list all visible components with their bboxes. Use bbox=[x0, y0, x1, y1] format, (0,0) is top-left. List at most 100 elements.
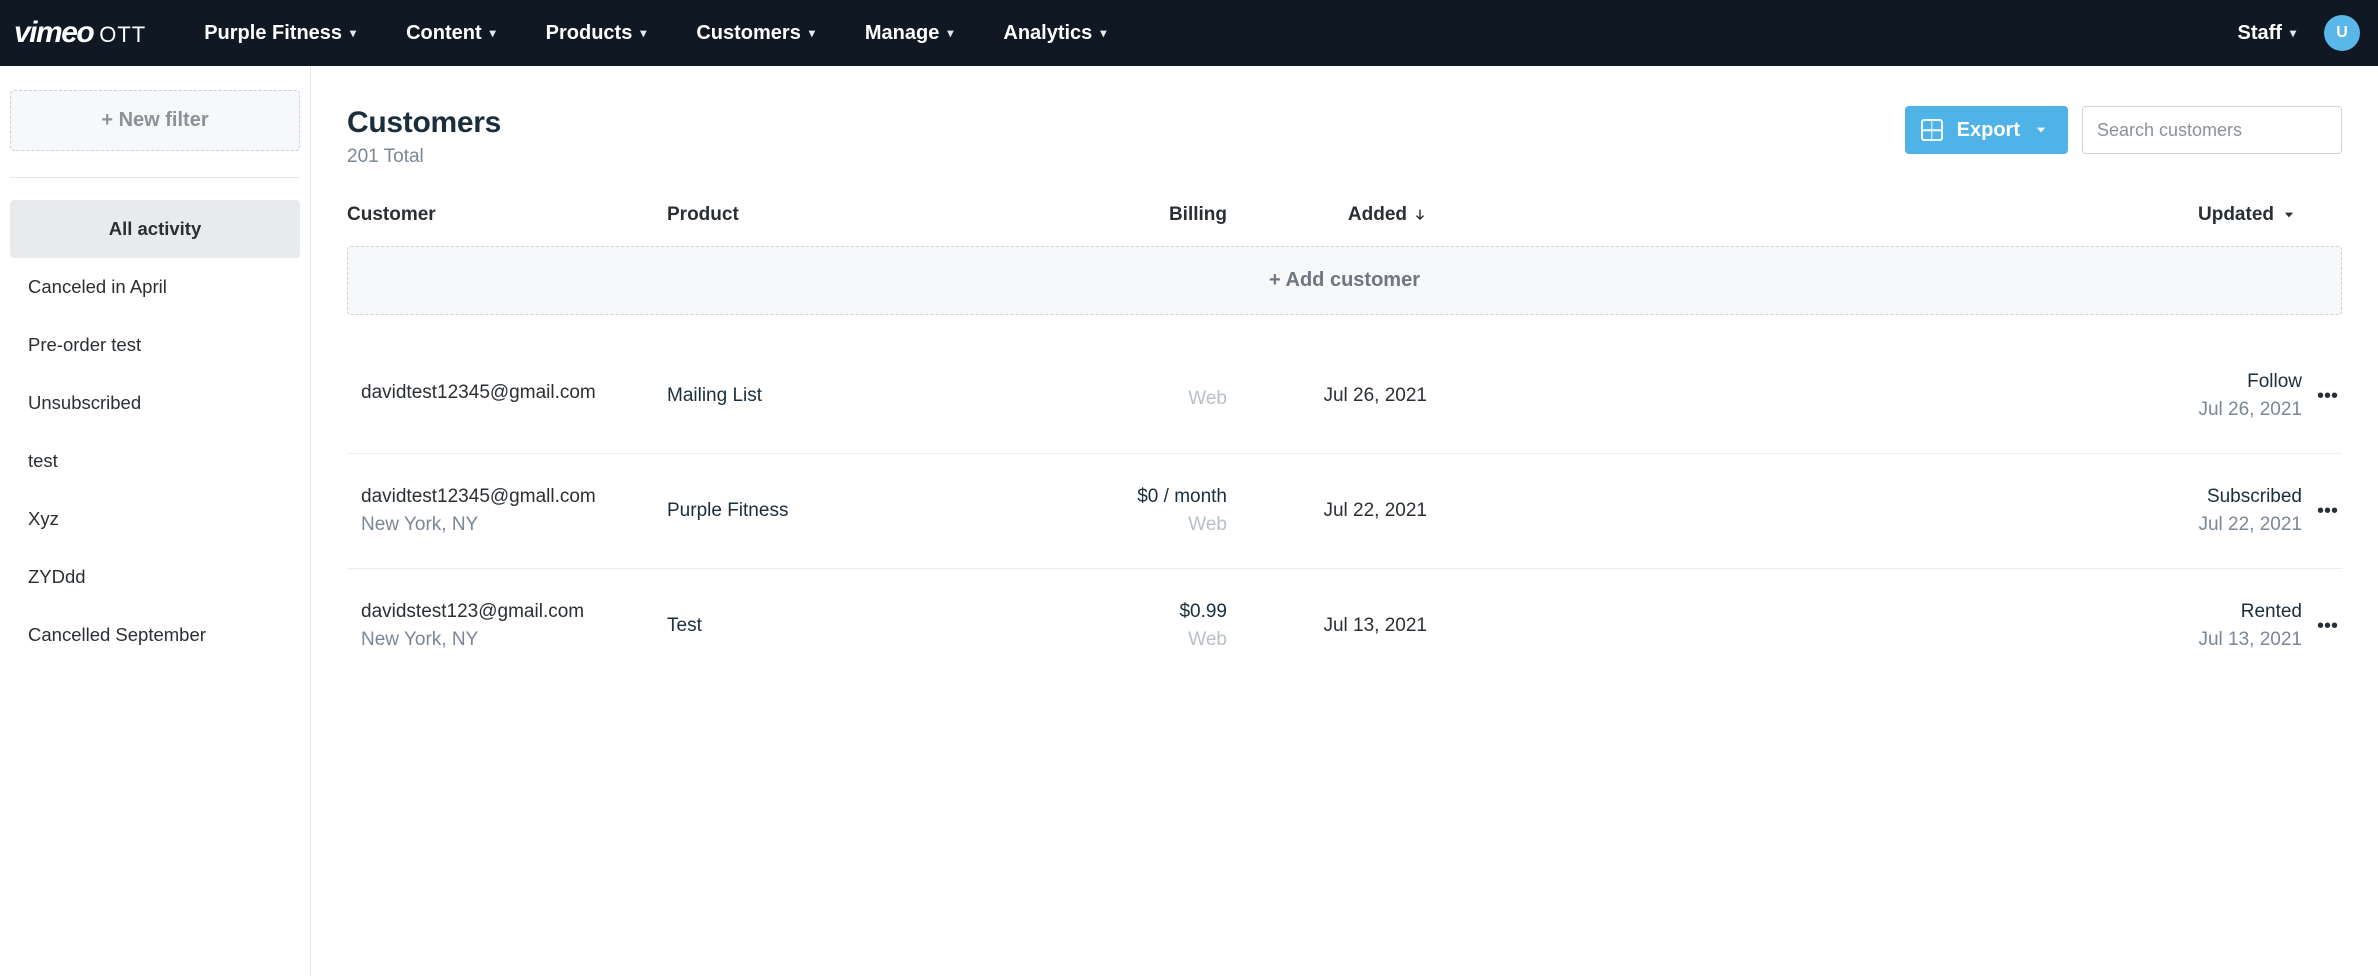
cell-added: Jul 26, 2021 bbox=[1227, 385, 1427, 407]
chevron-down-icon: ▾ bbox=[350, 26, 356, 40]
chevron-down-icon: ▾ bbox=[640, 26, 646, 40]
add-customer-label: + Add customer bbox=[1269, 269, 1420, 291]
main-header: Customers 201 Total Export bbox=[347, 106, 2342, 168]
nav-content[interactable]: Content ▾ bbox=[386, 0, 516, 66]
logo[interactable]: vimeo OTT bbox=[10, 16, 146, 50]
filter-label: Cancelled September bbox=[28, 624, 206, 645]
customer-rows: davidtest12345@gmail.com Mailing List We… bbox=[347, 349, 2342, 673]
chevron-down-icon: ▾ bbox=[490, 26, 496, 40]
cell-updated: Rented Jul 13, 2021 bbox=[1427, 601, 2302, 651]
billing-source: Web bbox=[1007, 514, 1227, 536]
filter-all-activity[interactable]: All activity bbox=[10, 200, 300, 258]
nav-manage-label: Manage bbox=[865, 22, 939, 45]
site-name: Purple Fitness bbox=[204, 22, 342, 45]
customer-email: davidtest12345@gmall.com bbox=[347, 486, 667, 508]
cell-billing: Web bbox=[1007, 382, 1227, 410]
filter-label: Canceled in April bbox=[28, 276, 167, 297]
divider bbox=[10, 177, 300, 178]
avatar[interactable]: U bbox=[2324, 15, 2360, 51]
chevron-down-icon: ▾ bbox=[1100, 26, 1106, 40]
filter-item[interactable]: test bbox=[10, 432, 300, 490]
chevron-down-icon bbox=[2034, 123, 2048, 137]
chevron-down-icon bbox=[2282, 208, 2296, 222]
cell-billing: $0.99 Web bbox=[1007, 601, 1227, 651]
table-row[interactable]: davidstest123@gmail.com New York, NY Tes… bbox=[347, 568, 2342, 673]
site-selector[interactable]: Purple Fitness ▾ bbox=[184, 0, 376, 66]
nav-products-label: Products bbox=[546, 22, 633, 45]
add-customer-button[interactable]: + Add customer bbox=[347, 246, 2342, 315]
cell-product: Purple Fitness bbox=[667, 500, 1007, 522]
filter-label: Pre-order test bbox=[28, 334, 141, 355]
new-filter-label: + New filter bbox=[101, 109, 208, 131]
updated-status: Follow bbox=[1427, 371, 2302, 393]
filter-list: All activity Canceled in April Pre-order… bbox=[10, 200, 300, 664]
row-actions-button[interactable]: ••• bbox=[2302, 615, 2342, 638]
table-row[interactable]: davidtest12345@gmail.com Mailing List We… bbox=[347, 349, 2342, 443]
updated-status: Subscribed bbox=[1427, 486, 2302, 508]
row-actions-button[interactable]: ••• bbox=[2302, 500, 2342, 523]
search-wrap[interactable] bbox=[2082, 106, 2342, 154]
col-updated[interactable]: Updated bbox=[1427, 204, 2302, 226]
nav-products[interactable]: Products ▾ bbox=[526, 0, 667, 66]
cell-product: Test bbox=[667, 615, 1007, 637]
page-title: Customers bbox=[347, 106, 501, 140]
export-button[interactable]: Export bbox=[1905, 106, 2068, 154]
cell-product: Mailing List bbox=[667, 385, 1007, 407]
chevron-down-icon: ▾ bbox=[2290, 26, 2296, 40]
customer-location: New York, NY bbox=[347, 629, 667, 651]
filter-item[interactable]: Cancelled September bbox=[10, 606, 300, 664]
updated-date: Jul 13, 2021 bbox=[1427, 629, 2302, 651]
page-titles: Customers 201 Total bbox=[347, 106, 501, 168]
filter-label: Unsubscribed bbox=[28, 392, 141, 413]
col-added[interactable]: Added bbox=[1227, 204, 1427, 226]
cell-added: Jul 13, 2021 bbox=[1227, 615, 1427, 637]
staff-menu[interactable]: Staff ▾ bbox=[2218, 0, 2304, 66]
filter-item[interactable]: Pre-order test bbox=[10, 316, 300, 374]
col-billing[interactable]: Billing bbox=[1007, 204, 1227, 226]
nav-customers-label: Customers bbox=[696, 22, 800, 45]
billing-price: $0.99 bbox=[1007, 601, 1227, 623]
main-content: Customers 201 Total Export Customer bbox=[311, 66, 2378, 976]
column-headers: Customer Product Billing Added Updated bbox=[347, 168, 2342, 240]
col-product[interactable]: Product bbox=[667, 204, 1007, 226]
filter-item[interactable]: Canceled in April bbox=[10, 258, 300, 316]
col-updated-label: Updated bbox=[2198, 204, 2274, 226]
customer-location: New York, NY bbox=[347, 514, 667, 536]
header-actions: Export bbox=[1905, 106, 2342, 154]
grid-icon bbox=[1921, 119, 1943, 141]
updated-status: Rented bbox=[1427, 601, 2302, 623]
nav-analytics[interactable]: Analytics ▾ bbox=[983, 0, 1126, 66]
chevron-down-icon: ▾ bbox=[809, 26, 815, 40]
col-added-label: Added bbox=[1348, 204, 1407, 226]
filter-label: ZYDdd bbox=[28, 566, 86, 587]
chevron-down-icon: ▾ bbox=[947, 26, 953, 40]
avatar-letter: U bbox=[2336, 24, 2348, 42]
nav-manage[interactable]: Manage ▾ bbox=[845, 0, 974, 66]
customer-email: davidstest123@gmail.com bbox=[347, 601, 667, 623]
nav-analytics-label: Analytics bbox=[1003, 22, 1092, 45]
logo-primary: vimeo bbox=[14, 16, 93, 50]
filter-label: test bbox=[28, 450, 58, 471]
updated-date: Jul 26, 2021 bbox=[1427, 399, 2302, 421]
row-actions-button[interactable]: ••• bbox=[2302, 385, 2342, 408]
filter-item[interactable]: ZYDdd bbox=[10, 548, 300, 606]
search-input[interactable] bbox=[2097, 120, 2329, 141]
billing-price: $0 / month bbox=[1007, 486, 1227, 508]
sidebar: + New filter All activity Canceled in Ap… bbox=[0, 66, 311, 976]
nav-customers[interactable]: Customers ▾ bbox=[676, 0, 835, 66]
arrow-down-icon bbox=[1413, 208, 1427, 222]
cell-customer: davidstest123@gmail.com New York, NY bbox=[347, 601, 667, 651]
filter-item[interactable]: Unsubscribed bbox=[10, 374, 300, 432]
filter-item[interactable]: Xyz bbox=[10, 490, 300, 548]
staff-label: Staff bbox=[2238, 22, 2282, 45]
billing-source: Web bbox=[1007, 629, 1227, 651]
cell-added: Jul 22, 2021 bbox=[1227, 500, 1427, 522]
new-filter-button[interactable]: + New filter bbox=[10, 90, 300, 151]
col-customer[interactable]: Customer bbox=[347, 204, 667, 226]
billing-source: Web bbox=[1007, 388, 1227, 410]
filter-label: Xyz bbox=[28, 508, 59, 529]
top-nav: vimeo OTT Purple Fitness ▾ Content ▾ Pro… bbox=[0, 0, 2378, 66]
cell-customer: davidtest12345@gmall.com New York, NY bbox=[347, 486, 667, 536]
page-subtitle: 201 Total bbox=[347, 146, 501, 168]
table-row[interactable]: davidtest12345@gmall.com New York, NY Pu… bbox=[347, 453, 2342, 558]
